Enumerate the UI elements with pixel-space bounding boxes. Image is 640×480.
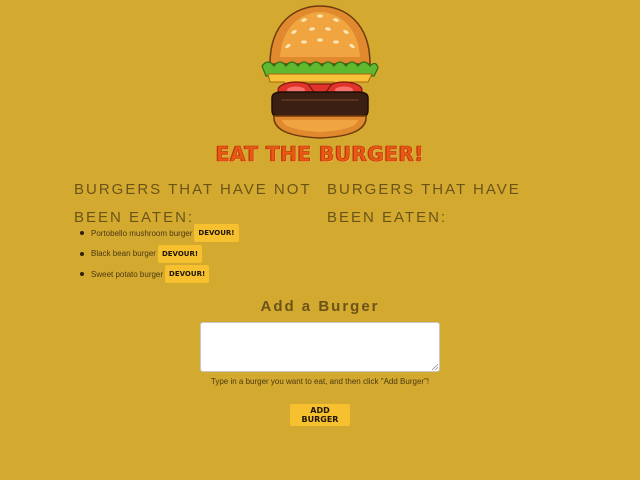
list-item: Sweet potato burger DEVOUR! — [80, 264, 239, 284]
devour-button[interactable]: DEVOUR! — [165, 265, 210, 283]
page-title: EAT THE BURGER! — [215, 142, 425, 167]
burger-name: Sweet potato burger — [91, 269, 164, 279]
eaten-heading: Burgers that have been eaten: — [327, 181, 521, 226]
add-burger-button[interactable]: ADD BURGER — [290, 404, 350, 426]
list-item: Portobello mushroom burger DEVOUR! — [80, 223, 239, 243]
burger-name: Portobello mushroom burger — [91, 228, 193, 238]
add-burger-heading: Add a Burger — [260, 298, 380, 315]
devour-button[interactable]: DEVOUR! — [194, 224, 239, 242]
bullet-icon — [80, 251, 84, 256]
devour-button[interactable]: DEVOUR! — [157, 244, 203, 263]
list-item: Black bean burger DEVOUR! — [80, 244, 239, 264]
bullet-icon — [80, 231, 84, 235]
not-eaten-list: Portobello mushroom burger DEVOUR! Black… — [80, 223, 239, 285]
burger-logo-icon — [261, 5, 379, 139]
burger-name: Black bean burger — [91, 249, 156, 258]
help-text: Type in a burger you want to eat, and th… — [210, 377, 430, 386]
burger-name-input[interactable] — [200, 322, 440, 372]
resize-grip-icon[interactable] — [432, 364, 438, 370]
bullet-icon — [80, 272, 84, 276]
